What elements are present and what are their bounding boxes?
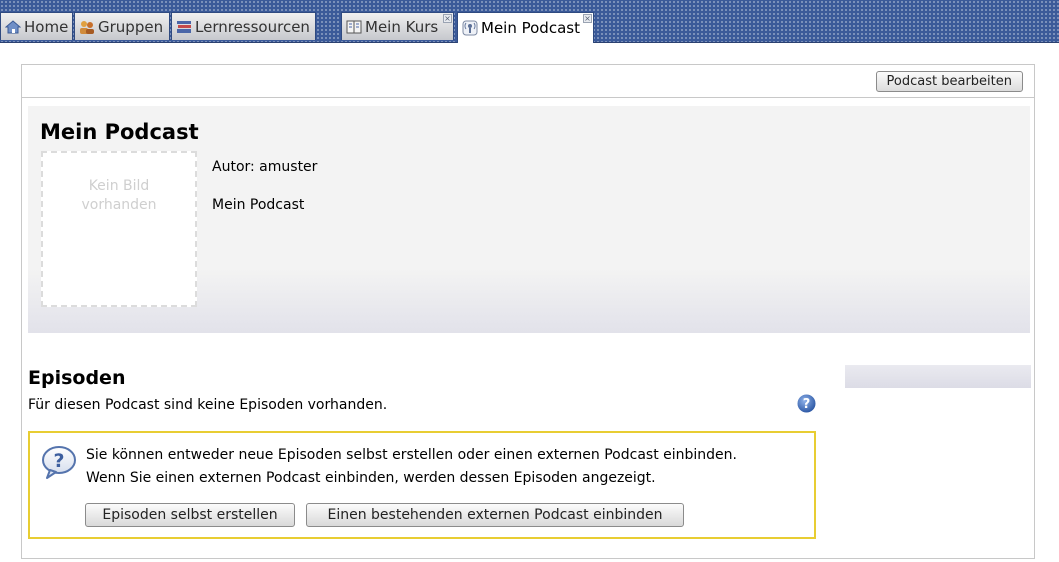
course-icon [346,19,362,35]
episodes-title: Episoden [28,367,126,389]
no-episodes-text: Für diesen Podcast sind keine Episoden v… [28,397,388,413]
create-episodes-button[interactable]: Episoden selbst erstellen [85,503,295,527]
help-icon[interactable]: ? [797,394,816,413]
podcast-image-placeholder: Kein Bild vorhanden [41,151,197,307]
tab-label: Lernressourcen [195,17,310,36]
home-icon [4,19,22,35]
podcast-title: Mein Podcast [40,120,199,144]
tab-my-course[interactable]: Mein Kurs × [341,12,454,40]
tab-label: Mein Podcast [481,19,580,37]
tab-label: Mein Kurs [365,17,439,36]
info-text: Sie können entweder neue Episoden selbst… [86,447,737,463]
tab-label: Home [24,17,69,36]
info-text: Wenn Sie einen externen Podcast einbinde… [86,470,656,486]
close-icon[interactable]: × [443,14,452,23]
groups-icon [79,19,95,35]
tab-my-podcast[interactable]: Mein Podcast × [457,12,594,43]
image-placeholder-text: vorhanden [81,197,157,213]
tab-home[interactable]: Home [0,12,73,40]
tab-learning-resources[interactable]: Lernressourcen [171,12,316,40]
tab-groups[interactable]: Gruppen [74,12,170,40]
close-icon[interactable]: × [583,14,592,23]
podcast-header: Mein Podcast Kein Bild vorhanden Autor: … [28,106,1030,333]
image-placeholder-text: Kein Bild [88,178,150,194]
svg-text:?: ? [53,450,64,472]
tab-label: Gruppen [98,17,164,36]
info-box: ? Sie können entweder neue Episoden selb… [28,431,816,539]
svg-text:?: ? [803,397,811,412]
embed-external-podcast-button[interactable]: Einen bestehenden externen Podcast einbi… [306,503,684,527]
learning-resources-icon [176,19,192,35]
podcast-author: Autor: amuster [212,159,318,175]
podcast-description: Mein Podcast [212,197,305,213]
edit-podcast-button[interactable]: Podcast bearbeiten [875,71,1023,92]
question-bubble-icon: ? [41,445,77,479]
divider [22,97,1034,98]
podcast-icon [462,20,478,36]
side-toolbar [845,365,1031,388]
podcast-panel: Podcast bearbeiten Mein Podcast Kein Bil… [21,64,1035,559]
